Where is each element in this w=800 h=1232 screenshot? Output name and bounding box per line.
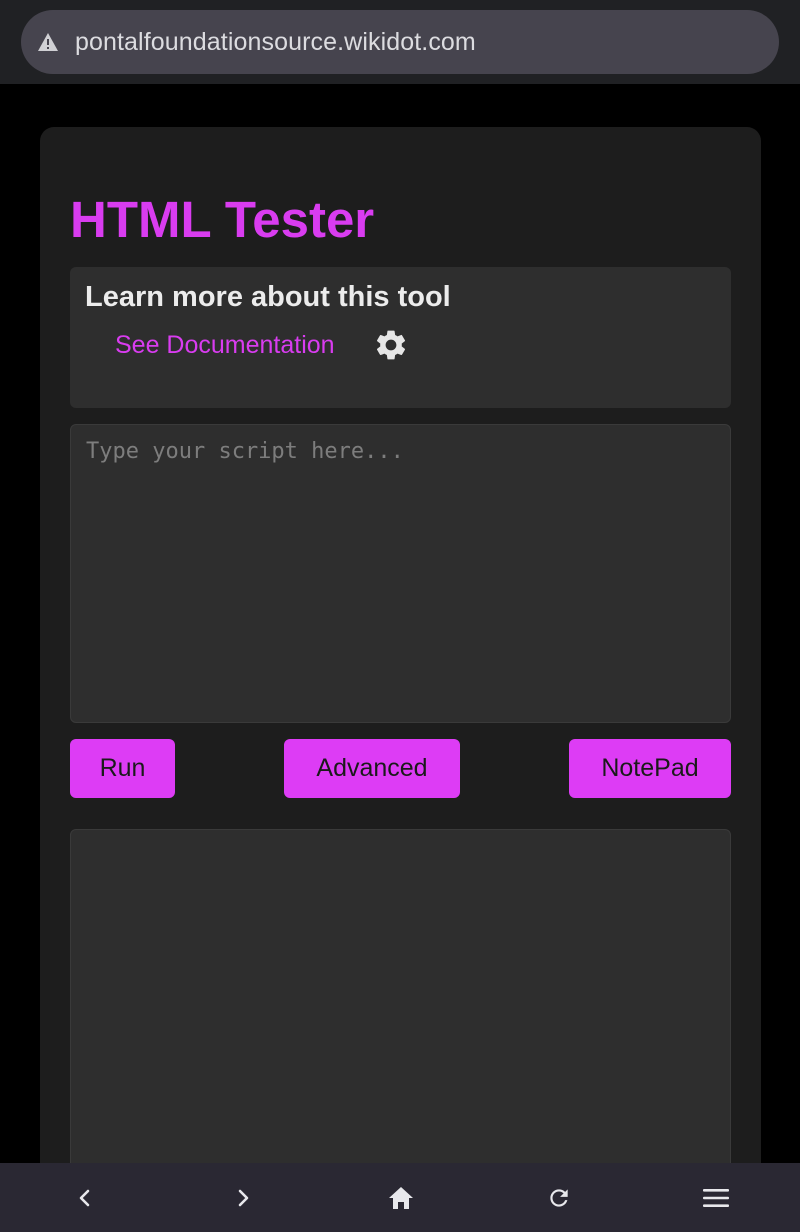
reload-icon[interactable] [529, 1163, 589, 1232]
documentation-link[interactable]: See Documentation [115, 331, 335, 360]
menu-icon[interactable] [686, 1163, 746, 1232]
address-bar[interactable]: pontalfoundationsource.wikidot.com [21, 10, 779, 74]
address-bar-url[interactable]: pontalfoundationsource.wikidot.com [75, 28, 476, 57]
page-title: HTML Tester [70, 191, 375, 248]
bottom-navigation-bar [0, 1163, 800, 1232]
notepad-button[interactable]: NotePad [569, 739, 731, 798]
screen: pontalfoundationsource.wikidot.com HTML … [0, 0, 800, 1232]
info-heading: Learn more about this tool [85, 281, 451, 313]
script-input[interactable] [70, 424, 731, 723]
advanced-button[interactable]: Advanced [284, 739, 460, 798]
back-icon[interactable] [55, 1163, 115, 1232]
run-button[interactable]: Run [70, 739, 175, 798]
warning-triangle-icon[interactable] [37, 31, 59, 53]
home-icon[interactable] [371, 1163, 431, 1232]
gear-icon[interactable] [373, 327, 409, 363]
tool-card: HTML Tester Learn more about this tool S… [40, 127, 761, 1232]
forward-icon[interactable] [213, 1163, 273, 1232]
info-box: Learn more about this tool See Documenta… [70, 267, 731, 408]
browser-toolbar: pontalfoundationsource.wikidot.com [0, 0, 800, 84]
